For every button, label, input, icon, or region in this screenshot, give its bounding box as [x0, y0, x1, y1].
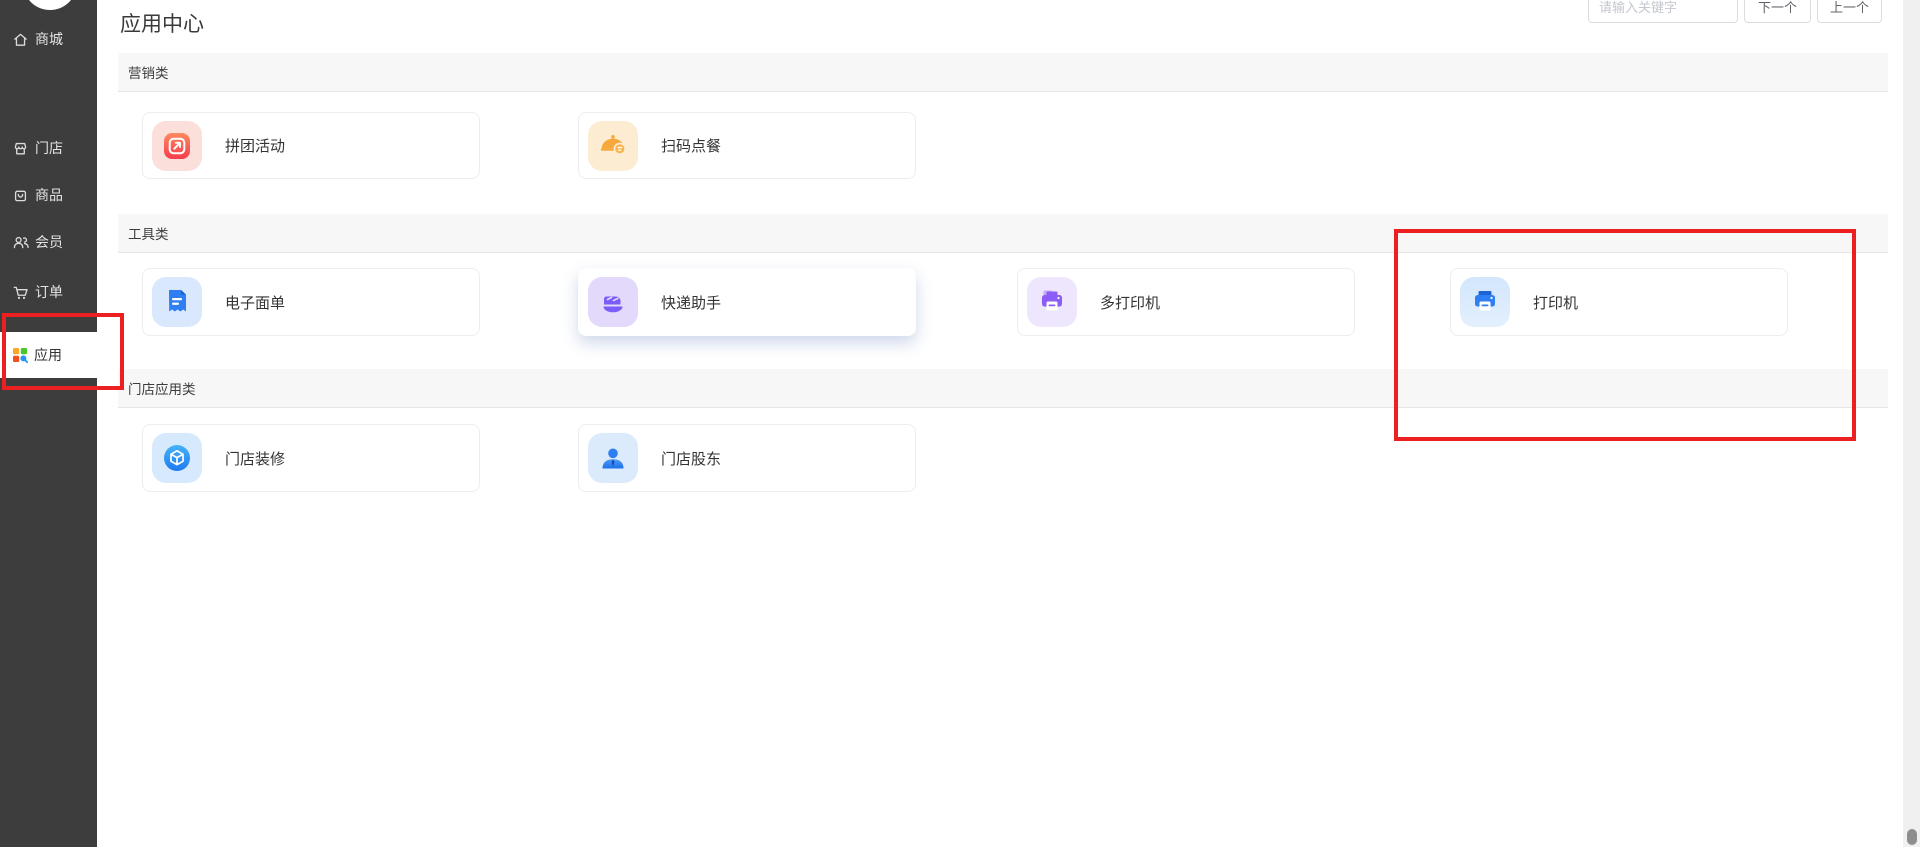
group-buy-icon: [152, 120, 202, 171]
section-band-tools: 工具类: [118, 214, 1888, 253]
storefront-icon: [14, 142, 27, 154]
sidebar-item-label: 门店: [35, 140, 63, 156]
next-button[interactable]: 下一个: [1744, 0, 1811, 23]
sidebar-item-label: 应用: [34, 347, 62, 363]
logo-avatar: [23, 0, 77, 10]
section-band-marketing: 营销类: [118, 53, 1888, 92]
app-card-label: 扫码点餐: [661, 138, 722, 155]
prev-button[interactable]: 上一个: [1817, 0, 1882, 23]
sidebar-item-store[interactable]: 门店: [0, 133, 97, 163]
app-card-scan-order[interactable]: 扫码点餐: [578, 112, 916, 179]
app-card-label: 快递助手: [661, 294, 722, 312]
scrollbar-thumb[interactable]: [1907, 829, 1917, 845]
waybill-icon: [152, 277, 202, 327]
apps-grid-icon: [13, 348, 28, 363]
store-decoration-icon: [152, 433, 202, 483]
sidebar-item-goods[interactable]: 商品: [0, 180, 97, 210]
sidebar-item-label: 商城: [35, 31, 63, 47]
section-band-store-apps: 门店应用类: [118, 369, 1888, 408]
sidebar-item-members[interactable]: 会员: [0, 227, 97, 257]
multi-printer-icon: [1027, 277, 1077, 327]
sidebar-item-orders[interactable]: 订单: [0, 277, 97, 307]
home-icon: [14, 33, 27, 46]
app-card-store-shareholder[interactable]: 门店股东: [578, 424, 916, 492]
app-card-label: 门店装修: [225, 450, 286, 468]
app-card-label: 打印机: [1533, 294, 1579, 312]
app-card-label: 电子面单: [225, 294, 286, 312]
section-title: 工具类: [128, 227, 169, 242]
section-title: 营销类: [128, 66, 169, 81]
store-shareholder-icon: [588, 433, 638, 483]
page-title: 应用中心: [120, 13, 204, 36]
orders-cart-icon: [13, 286, 28, 299]
sidebar-item-label: 商品: [35, 187, 63, 203]
members-icon: [13, 236, 29, 248]
express-helper-icon: [588, 277, 638, 327]
app-card-label: 多打印机: [1100, 294, 1161, 312]
section-title: 门店应用类: [128, 382, 196, 397]
app-card-store-decoration[interactable]: 门店装修: [142, 424, 480, 492]
app-card-multi-printer[interactable]: 多打印机: [1017, 268, 1355, 336]
sidebar-item-apps[interactable]: 应用: [0, 332, 97, 378]
sidebar-item-label: 会员: [35, 234, 63, 250]
app-center-page: 商城 门店 商品 会员 订单 应用 应用中心 请输入关键字 下一个 上一个 营销…: [0, 0, 1920, 847]
app-card-group-buy[interactable]: 拼团活动: [142, 112, 480, 179]
sidebar-item-mall[interactable]: 商城: [0, 24, 97, 54]
sidebar: 商城 门店 商品 会员 订单 应用: [0, 0, 97, 847]
app-card-printer[interactable]: 打印机: [1450, 268, 1788, 336]
printer-icon: [1460, 277, 1510, 327]
scan-order-icon: [588, 120, 638, 171]
sidebar-item-label: 订单: [35, 284, 63, 300]
app-card-label: 拼团活动: [225, 138, 286, 155]
goods-icon: [14, 190, 27, 201]
app-card-waybill[interactable]: 电子面单: [142, 268, 480, 336]
scrollbar-track: [1903, 0, 1920, 847]
search-input[interactable]: [1588, 0, 1738, 23]
app-card-label: 门店股东: [661, 450, 722, 468]
app-card-express-helper[interactable]: 快递助手: [578, 268, 916, 336]
